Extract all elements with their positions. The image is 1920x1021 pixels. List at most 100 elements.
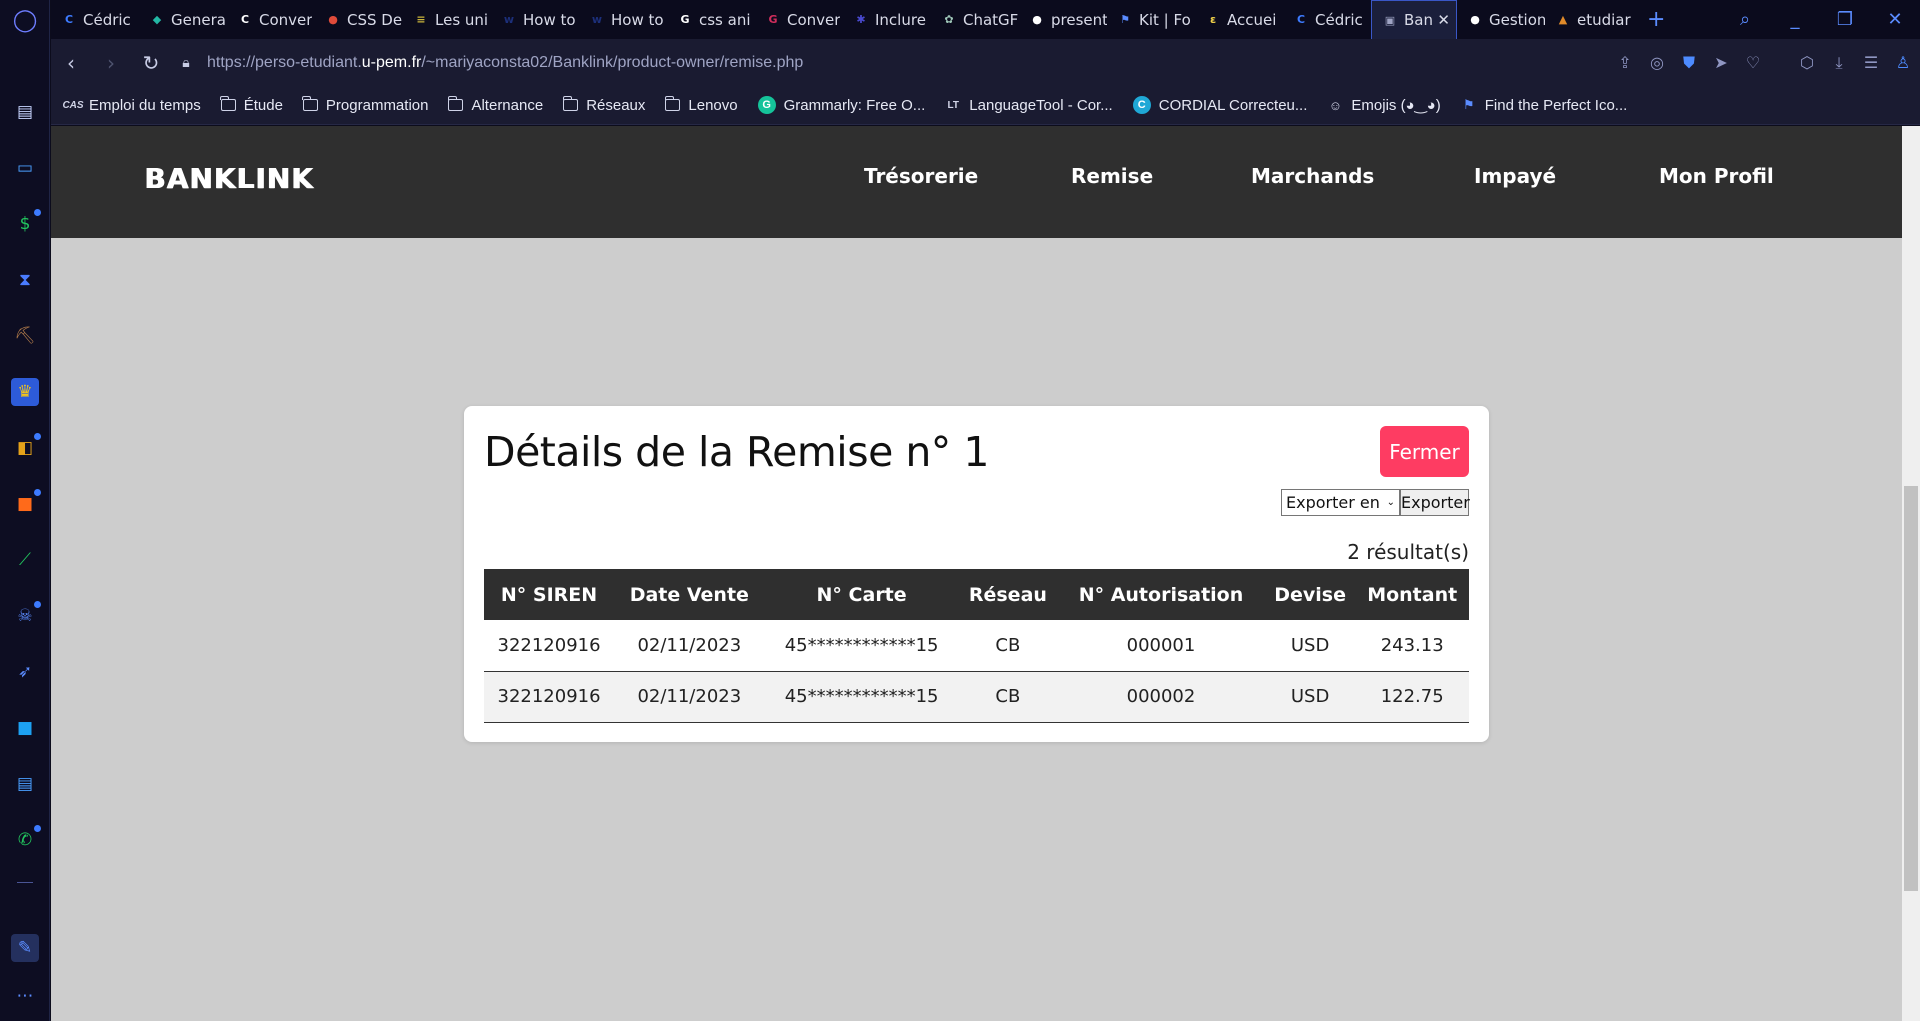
remise-table: N° SIREN Date Vente N° Carte Réseau N° Autor… <box>484 569 1469 723</box>
shield-icon[interactable]: ⛊ <box>1678 53 1700 73</box>
tab-favicon-icon: ▣ <box>1384 13 1396 27</box>
browser-tab[interactable]: ≡ Les uni <box>403 0 491 39</box>
emoji-icon: ☺ <box>1328 97 1343 113</box>
bookmark-item[interactable]: Réseaux <box>562 96 645 114</box>
site-header: BANKLINK Trésorerie Remise Marchands Imp… <box>51 126 1902 238</box>
folder-icon <box>447 96 464 111</box>
bookmark-item[interactable]: ⚑ Find the Perfect Ico... <box>1461 97 1627 114</box>
restore-icon[interactable]: ❐ <box>1820 9 1870 30</box>
export-select-value: Exporter en <box>1286 493 1380 512</box>
more-icon[interactable]: ⋯ <box>11 982 39 1010</box>
browser-tab[interactable]: C Cédric <box>51 0 139 39</box>
tab-label: How to <box>523 10 576 29</box>
browser-tab[interactable]: ✱ Inclure <box>843 0 931 39</box>
folder-icon <box>302 96 318 111</box>
lock-icon[interactable]: 🔒︎ <box>171 55 201 71</box>
rocket-icon[interactable]: ➶ <box>11 658 39 686</box>
table-cell: CB <box>958 671 1058 723</box>
download-icon[interactable]: ⤓ <box>1828 53 1850 73</box>
table-cell: 322120916 <box>484 620 615 672</box>
hourglass-icon[interactable]: ⧗ <box>11 266 39 294</box>
browser-tab[interactable]: ⚑ Kit | Fo <box>1107 0 1195 39</box>
nav-impaye[interactable]: Impayé <box>1474 164 1556 188</box>
browser-tab[interactable]: ε Accuei <box>1195 0 1283 39</box>
export-format-select[interactable]: Exporter en ⌄ <box>1281 489 1400 516</box>
reload-icon[interactable]: ↻ <box>131 51 171 75</box>
bookmark-item[interactable]: Lenovo <box>664 96 738 114</box>
bookmark-item[interactable]: Programmation <box>302 96 428 114</box>
banklink-logo[interactable]: BANKLINK <box>144 162 314 195</box>
pin-icon[interactable]: ✎ <box>11 934 39 962</box>
media-icon[interactable]: ▭ <box>11 154 39 182</box>
bookmark-item[interactable]: G Grammarly: Free O... <box>757 96 925 114</box>
browser-tab[interactable]: ▲ etudiar <box>1545 0 1633 39</box>
pickaxe-icon[interactable]: ⛏ <box>11 322 39 350</box>
page-viewport: BANKLINK Trésorerie Remise Marchands Imp… <box>51 126 1902 1021</box>
browser-tab[interactable]: w How to <box>579 0 667 39</box>
browser-tab[interactable]: w How to <box>491 0 579 39</box>
browser-tab[interactable]: ▣ Ban ✕ <box>1371 0 1457 39</box>
bookmark-item[interactable]: Alternance <box>447 96 543 114</box>
tab-favicon-icon: G <box>768 13 778 26</box>
tab-label: Gestion <box>1489 10 1545 29</box>
browser-tab[interactable]: ◆ Genera <box>139 0 227 39</box>
scrollbar-thumb[interactable] <box>1904 486 1918 891</box>
square-app-icon[interactable]: ■ <box>11 714 39 742</box>
bookmark-item[interactable]: CAS Emploi du temps <box>62 97 200 114</box>
nav-remise[interactable]: Remise <box>1071 164 1153 188</box>
settings-sliders-icon[interactable]: ☰ <box>1860 53 1882 72</box>
heart-icon[interactable]: ♡ <box>1742 53 1764 72</box>
table-cell: CB <box>958 620 1058 672</box>
browser-tab[interactable]: ● present <box>1019 0 1107 39</box>
orange-app-icon[interactable]: ■ <box>11 489 41 518</box>
close-window-icon[interactable]: ✕ <box>1870 9 1920 30</box>
card-icon[interactable]: ▤ <box>11 770 39 798</box>
opera-logo-icon[interactable]: ◯ <box>11 6 39 34</box>
browser-tab[interactable]: C Cédric <box>1283 0 1371 39</box>
url-field[interactable]: https://perso-etudiant.u-pem.fr/~mariyac… <box>207 54 803 72</box>
bookmark-item[interactable]: LT LanguageTool - Cor... <box>945 97 1113 114</box>
browser-tab[interactable]: Gcss ani <box>667 0 755 39</box>
skull-icon[interactable]: ☠ <box>11 601 41 630</box>
back-icon[interactable]: ‹ <box>51 51 91 75</box>
folder-icon <box>220 96 236 111</box>
page-scrollbar[interactable] <box>1902 126 1920 1021</box>
crown-icon[interactable]: ♛ <box>11 378 39 406</box>
stocks-icon[interactable]: ⟋ <box>11 546 39 574</box>
table-cell: 02/11/2023 <box>614 620 765 672</box>
bookmark-item[interactable]: Étude <box>220 96 283 114</box>
browser-tab[interactable]: ● Gestion <box>1457 0 1545 39</box>
close-tab-icon[interactable]: ✕ <box>1437 11 1450 29</box>
nav-marchands[interactable]: Marchands <box>1251 164 1374 188</box>
browser-tab[interactable]: ✿ ChatGF <box>931 0 1019 39</box>
nav-mon-profil[interactable]: Mon Profil <box>1659 164 1774 188</box>
column-header: N° Autorisation <box>1057 569 1265 620</box>
table-cell: 45************15 <box>764 671 959 723</box>
bookmark-label: Étude <box>243 96 283 114</box>
export-button[interactable]: Exporter <box>1400 489 1470 516</box>
whatsapp-icon[interactable]: ✆ <box>11 825 41 854</box>
cordial-icon: C <box>1132 96 1151 114</box>
new-tab-icon[interactable]: + <box>1647 7 1665 32</box>
reading-list-icon[interactable]: ▤ <box>11 98 39 126</box>
apps-icon[interactable]: ◧ <box>11 433 41 462</box>
nav-tresorerie[interactable]: Trésorerie <box>864 164 978 188</box>
browser-tab[interactable]: C Conver <box>227 0 315 39</box>
profile-icon[interactable]: ♙ <box>1892 53 1914 72</box>
send-icon[interactable]: ➤ <box>1710 53 1732 72</box>
close-button[interactable]: Fermer <box>1380 426 1469 477</box>
tab-favicon-icon: w <box>503 13 515 26</box>
camera-icon[interactable]: ◎ <box>1646 53 1668 72</box>
dollar-icon[interactable]: $ <box>11 209 41 238</box>
bookmark-item[interactable]: ☺ Emojis (◕‿◕) <box>1327 96 1441 114</box>
browser-tab[interactable]: ● CSS De <box>315 0 403 39</box>
bookmark-label: Lenovo <box>688 96 738 114</box>
browser-tab[interactable]: G Conver <box>755 0 843 39</box>
cube-icon[interactable]: ⬡ <box>1796 53 1818 72</box>
share-icon[interactable]: ⇪ <box>1614 53 1636 72</box>
tab-favicon-icon: ε <box>1209 13 1217 26</box>
minimize-icon[interactable]: _ <box>1770 9 1820 30</box>
bookmark-item[interactable]: C CORDIAL Correcteu... <box>1132 96 1307 114</box>
forward-icon[interactable]: › <box>91 51 131 75</box>
search-tabs-icon[interactable]: ⌕ <box>1720 9 1770 30</box>
